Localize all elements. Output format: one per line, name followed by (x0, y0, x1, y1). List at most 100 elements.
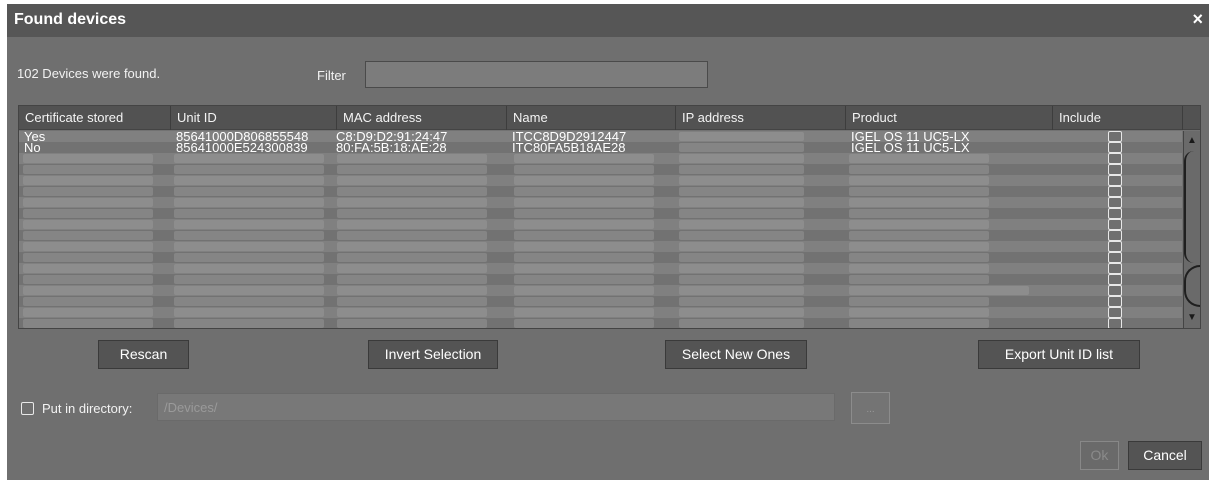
table-row-redacted[interactable] (19, 186, 1182, 197)
devices-table: Certificate stored Unit ID MAC address N… (18, 105, 1201, 329)
redacted-cell (514, 220, 654, 229)
include-checkbox[interactable] (1108, 318, 1122, 328)
table-row[interactable]: No 85641000E524300839 80:FA:5B:18:AE:28 … (19, 140, 1182, 155)
cell-unit-id: 85641000E524300839 (176, 140, 308, 155)
redacted-cell (337, 253, 487, 262)
table-row-redacted[interactable] (19, 285, 1182, 296)
scrollbar-track[interactable] (1184, 151, 1194, 263)
invert-selection-button[interactable]: Invert Selection (368, 340, 498, 369)
column-header-certificate-stored[interactable]: Certificate stored (19, 106, 171, 130)
select-new-ones-button[interactable]: Select New Ones (665, 340, 807, 369)
redacted-cell (679, 264, 804, 273)
directory-path-input[interactable] (157, 393, 835, 421)
redacted-cell (679, 286, 804, 295)
redacted-cell (337, 286, 487, 295)
include-checkbox[interactable] (1108, 186, 1122, 197)
redacted-cell (849, 308, 989, 317)
devices-found-count: 102 Devices were found. (17, 66, 161, 81)
table-row-redacted[interactable] (19, 274, 1182, 285)
redacted-cell (679, 275, 804, 284)
table-row-redacted[interactable] (19, 230, 1182, 241)
redacted-cell (337, 220, 487, 229)
table-row-redacted[interactable] (19, 252, 1182, 263)
export-unit-id-list-button[interactable]: Export Unit ID list (978, 340, 1140, 369)
redacted-cell (337, 231, 487, 240)
redacted-cell (337, 242, 487, 251)
browse-directory-button[interactable]: ... (851, 392, 890, 424)
include-checkbox[interactable] (1108, 274, 1122, 285)
cell-certificate-stored: No (24, 140, 41, 155)
redacted-cell (679, 176, 804, 185)
cell-product: IGEL OS 11 UC5-LX (851, 140, 970, 155)
table-row-redacted[interactable] (19, 164, 1182, 175)
include-checkbox[interactable] (1108, 142, 1122, 153)
include-checkbox[interactable] (1108, 153, 1122, 164)
scrollbar-thumb[interactable] (1184, 265, 1200, 307)
column-header-unit-id[interactable]: Unit ID (171, 106, 337, 130)
table-row-redacted[interactable] (19, 296, 1182, 307)
include-checkbox[interactable] (1108, 219, 1122, 230)
redacted-cell (514, 198, 654, 207)
redacted-cell (174, 176, 324, 185)
ok-button[interactable]: Ok (1080, 441, 1119, 470)
redacted-cell (849, 165, 989, 174)
redacted-cell (337, 176, 487, 185)
include-checkbox[interactable] (1108, 175, 1122, 186)
redacted-cell (23, 319, 153, 328)
column-header-include[interactable]: Include (1053, 106, 1183, 130)
scroll-down-icon[interactable]: ▼ (1186, 312, 1198, 324)
table-row-redacted[interactable] (19, 219, 1182, 230)
table-row-redacted[interactable] (19, 307, 1182, 318)
redacted-cell (337, 275, 487, 284)
vertical-scrollbar[interactable]: ▲ ▼ (1183, 131, 1200, 328)
column-header-product[interactable]: Product (846, 106, 1053, 130)
column-header-ip-address[interactable]: IP address (676, 106, 846, 130)
redacted-cell (174, 264, 324, 273)
redacted-cell (174, 275, 324, 284)
scroll-up-icon[interactable]: ▲ (1186, 135, 1198, 147)
table-row-redacted[interactable] (19, 318, 1182, 328)
redacted-cell (514, 242, 654, 251)
column-header-name[interactable]: Name (507, 106, 676, 130)
redacted-cell (174, 154, 324, 163)
redacted-cell (23, 154, 153, 163)
put-in-directory-checkbox[interactable] (21, 402, 34, 415)
redacted-cell (679, 231, 804, 240)
cell-mac-address: 80:FA:5B:18:AE:28 (336, 140, 447, 155)
include-checkbox[interactable] (1108, 208, 1122, 219)
redacted-cell (337, 154, 487, 163)
table-row-redacted[interactable] (19, 197, 1182, 208)
redacted-cell (23, 209, 153, 218)
table-row-redacted[interactable] (19, 263, 1182, 274)
table-header: Certificate stored Unit ID MAC address N… (19, 106, 1200, 130)
table-row-redacted[interactable] (19, 208, 1182, 219)
table-row-redacted[interactable] (19, 175, 1182, 186)
include-checkbox[interactable] (1108, 252, 1122, 263)
redacted-cell (23, 286, 153, 295)
include-checkbox[interactable] (1108, 263, 1122, 274)
redacted-cell (679, 154, 804, 163)
include-checkbox[interactable] (1108, 296, 1122, 307)
redacted-cell (23, 264, 153, 273)
close-icon[interactable]: × (1192, 10, 1203, 28)
table-row-redacted[interactable] (19, 241, 1182, 252)
redacted-cell (337, 209, 487, 218)
redacted-cell (679, 319, 804, 328)
redacted-cell (337, 308, 487, 317)
column-header-mac-address[interactable]: MAC address (337, 106, 507, 130)
redacted-cell (849, 198, 989, 207)
filter-input[interactable] (365, 61, 708, 88)
include-checkbox[interactable] (1108, 307, 1122, 318)
include-checkbox[interactable] (1108, 197, 1122, 208)
cancel-button[interactable]: Cancel (1128, 441, 1202, 470)
include-checkbox[interactable] (1108, 164, 1122, 175)
include-checkbox[interactable] (1108, 241, 1122, 252)
header-corner (1183, 106, 1200, 130)
redacted-cell (849, 231, 989, 240)
include-checkbox[interactable] (1108, 285, 1122, 296)
redacted-cell (174, 286, 324, 295)
table-row-redacted[interactable] (19, 153, 1182, 164)
rescan-button[interactable]: Rescan (98, 340, 189, 369)
include-checkbox[interactable] (1108, 230, 1122, 241)
include-checkbox[interactable] (1108, 131, 1122, 142)
